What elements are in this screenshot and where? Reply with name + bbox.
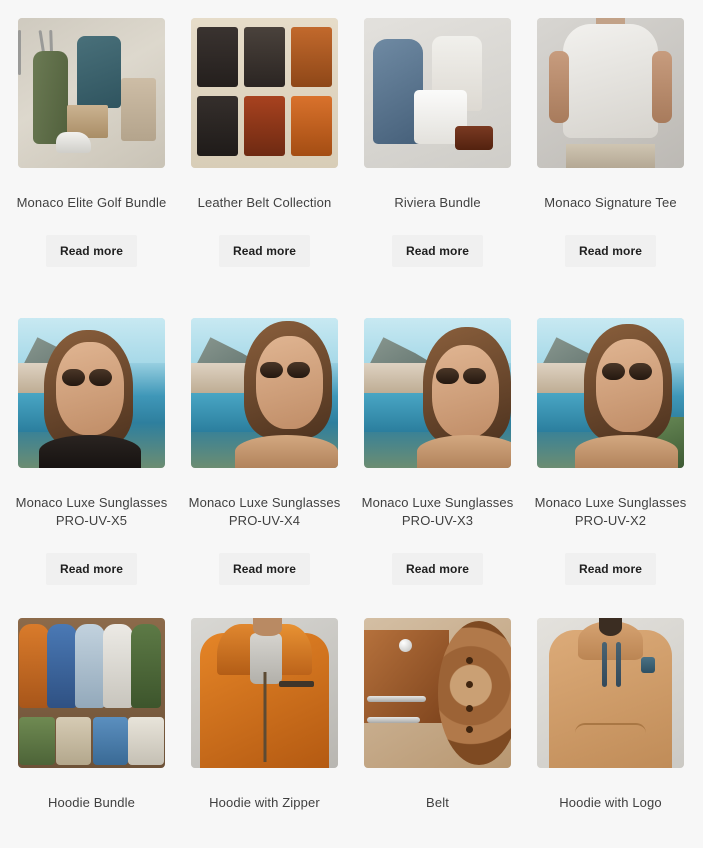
product-title: Monaco Luxe Sunglasses PRO-UV-X2	[534, 495, 687, 528]
sunglasses-portrait-photo	[364, 318, 511, 468]
product-action: Read more	[18, 553, 165, 585]
product-title: Monaco Luxe Sunglasses PRO-UV-X4	[188, 495, 341, 528]
product-title: Hoodie with Logo	[559, 795, 662, 810]
read-more-button[interactable]: Read more	[564, 235, 657, 267]
zip-hoodie-photo	[191, 618, 338, 768]
product-card[interactable]: Hoodie with Zipper Read more	[191, 618, 338, 848]
golf-bundle-photo	[18, 18, 165, 168]
product-card[interactable]: Monaco Luxe Sunglasses PRO-UV-X3 Read mo…	[361, 318, 514, 618]
belt-photo	[364, 618, 511, 768]
read-more-button[interactable]: Read more	[218, 235, 311, 267]
logo-hoodie-photo	[537, 618, 684, 768]
product-image-riviera-bundle[interactable]	[364, 18, 511, 168]
product-action: Read more	[364, 235, 511, 267]
product-card[interactable]: Monaco Elite Golf Bundle Read more	[16, 18, 167, 318]
product-image-monaco-luxe-sunglasses-pro-uv-x5[interactable]	[18, 318, 165, 468]
signature-tee-photo	[537, 18, 684, 168]
product-image-leather-belt-collection[interactable]	[191, 18, 338, 168]
product-title: Monaco Elite Golf Bundle	[16, 195, 167, 210]
product-title: Monaco Luxe Sunglasses PRO-UV-X3	[361, 495, 514, 528]
product-image-monaco-luxe-sunglasses-pro-uv-x2[interactable]	[537, 318, 684, 468]
product-image-monaco-signature-tee[interactable]	[537, 18, 684, 168]
sunglasses-portrait-photo	[537, 318, 684, 468]
product-title: Monaco Luxe Sunglasses PRO-UV-X5	[15, 495, 168, 528]
read-more-button[interactable]: Read more	[564, 553, 657, 585]
product-action: Read more	[364, 553, 511, 585]
riviera-bundle-photo	[364, 18, 511, 168]
product-card[interactable]: Leather Belt Collection Read more	[191, 18, 338, 318]
product-action: Read more	[18, 235, 165, 267]
product-card[interactable]: Monaco Luxe Sunglasses PRO-UV-X4 Read mo…	[188, 318, 341, 618]
product-title: Riviera Bundle	[394, 195, 481, 210]
product-card[interactable]: Riviera Bundle Read more	[364, 18, 511, 318]
product-card[interactable]: Hoodie Bundle Read more	[18, 618, 165, 848]
product-action: Read more	[537, 235, 684, 267]
read-more-button[interactable]: Read more	[391, 553, 484, 585]
sunglasses-portrait-photo	[191, 318, 338, 468]
product-card[interactable]: Monaco Luxe Sunglasses PRO-UV-X2 Read mo…	[534, 318, 687, 618]
product-action: Read more	[191, 235, 338, 267]
product-card[interactable]: Monaco Signature Tee Read more	[537, 18, 684, 318]
product-title: Leather Belt Collection	[197, 195, 332, 210]
sunglasses-portrait-photo	[18, 318, 165, 468]
product-image-hoodie-with-zipper[interactable]	[191, 618, 338, 768]
read-more-button[interactable]: Read more	[45, 235, 138, 267]
product-card[interactable]: Hoodie with Logo Read more	[537, 618, 684, 848]
product-image-monaco-luxe-sunglasses-pro-uv-x3[interactable]	[364, 318, 511, 468]
product-image-hoodie-bundle[interactable]	[18, 618, 165, 768]
product-card[interactable]: Monaco Luxe Sunglasses PRO-UV-X5 Read mo…	[15, 318, 168, 618]
product-title: Hoodie with Zipper	[209, 795, 320, 810]
product-action: Read more	[191, 553, 338, 585]
product-image-monaco-luxe-sunglasses-pro-uv-x4[interactable]	[191, 318, 338, 468]
read-more-button[interactable]: Read more	[391, 235, 484, 267]
product-image-belt[interactable]	[364, 618, 511, 768]
product-title: Belt	[426, 795, 449, 810]
leather-belts-photo	[191, 18, 338, 168]
read-more-button[interactable]: Read more	[45, 553, 138, 585]
product-image-monaco-elite-golf-bundle[interactable]	[18, 18, 165, 168]
product-action: Read more	[537, 553, 684, 585]
product-title: Hoodie Bundle	[48, 795, 135, 810]
read-more-button[interactable]: Read more	[218, 553, 311, 585]
product-title: Monaco Signature Tee	[544, 195, 677, 210]
hoodie-bundle-photo	[18, 618, 165, 768]
product-card[interactable]: Belt Read more	[364, 618, 511, 848]
product-image-hoodie-with-logo[interactable]	[537, 618, 684, 768]
product-grid: Monaco Elite Golf Bundle Read more Leath…	[0, 0, 703, 848]
